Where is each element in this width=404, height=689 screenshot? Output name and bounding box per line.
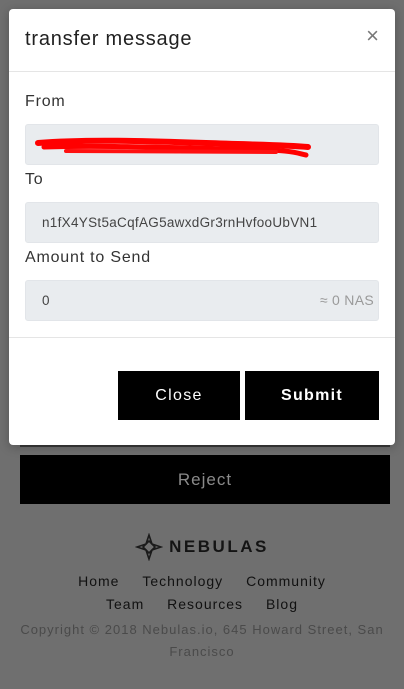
- footer-link-community[interactable]: Community: [246, 570, 326, 593]
- footer-link-home[interactable]: Home: [78, 570, 119, 593]
- to-value: n1fX4YSt5aCqfAG5awxdGr3rnHvfooUbVN1: [42, 215, 318, 230]
- to-label: To: [25, 171, 44, 188]
- close-button[interactable]: Close: [118, 371, 240, 420]
- from-field[interactable]: n1...: [25, 124, 379, 165]
- from-label: From: [25, 93, 66, 110]
- modal-footer-divider: [9, 337, 395, 338]
- amount-label: Amount to Send: [25, 249, 151, 266]
- amount-field[interactable]: 0 ≈ 0 NAS: [25, 280, 379, 321]
- footer-link-technology[interactable]: Technology: [142, 570, 223, 593]
- close-icon[interactable]: ×: [366, 25, 379, 47]
- from-value: n1...: [42, 137, 70, 152]
- redaction-scribble: [35, 137, 311, 158]
- footer-nav: Home Technology Community Team Resources…: [40, 570, 364, 616]
- transfer-modal: transfer message × From n1... To n1fX4YS…: [9, 9, 395, 445]
- modal-title: transfer message: [25, 28, 193, 50]
- brand-logo: NEBULAS: [0, 532, 404, 562]
- submit-button[interactable]: Submit: [245, 371, 379, 420]
- footer-link-blog[interactable]: Blog: [266, 593, 298, 616]
- footer-link-resources[interactable]: Resources: [167, 593, 243, 616]
- nebulas-logo-icon: [135, 533, 164, 561]
- amount-value: 0: [42, 293, 50, 308]
- brand-name: NEBULAS: [169, 537, 269, 556]
- copyright-text: Copyright © 2018 Nebulas.io, 645 Howard …: [20, 622, 384, 659]
- reject-button[interactable]: Reject: [20, 455, 390, 504]
- modal-header: transfer message ×: [9, 9, 395, 72]
- to-field[interactable]: n1fX4YSt5aCqfAG5awxdGr3rnHvfooUbVN1: [25, 202, 379, 243]
- footer-link-team[interactable]: Team: [106, 593, 144, 616]
- amount-nas-estimate: ≈ 0 NAS: [319, 292, 374, 308]
